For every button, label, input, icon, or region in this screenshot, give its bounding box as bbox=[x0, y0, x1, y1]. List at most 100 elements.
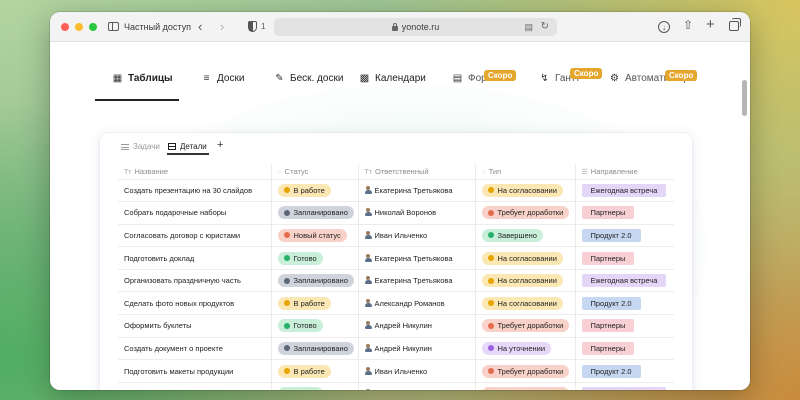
cell-status[interactable]: В работе bbox=[270, 179, 358, 203]
cell-owner[interactable]: Иван Ильченко bbox=[357, 359, 475, 383]
cell-type[interactable]: Завершено bbox=[474, 224, 575, 248]
feature-tab-calendars[interactable]: ▩ Календари bbox=[359, 73, 426, 84]
cell-owner[interactable]: Иван Ильченко bbox=[357, 224, 475, 248]
cell-type[interactable]: Требует доработки bbox=[474, 201, 575, 225]
cell-owner[interactable]: Андрей Никулин bbox=[357, 314, 475, 338]
close-window-button[interactable] bbox=[61, 22, 69, 31]
cell-status[interactable]: Запланировано bbox=[270, 337, 358, 361]
cell-name[interactable]: Собрать подарочные наборы bbox=[118, 201, 271, 225]
status-badge[interactable]: Запланировано bbox=[277, 274, 354, 288]
type-badge[interactable]: На согласовании bbox=[481, 296, 563, 310]
cell-direction[interactable]: Партнеры bbox=[574, 337, 674, 361]
address-bar[interactable]: yonote.ru ▤ ↻ bbox=[274, 18, 557, 36]
type-badge[interactable]: Требует доработки bbox=[481, 319, 570, 333]
cell-owner[interactable]: Екатерина Третьякова bbox=[357, 269, 475, 293]
cell-name[interactable]: Оформить видеоролик с производства bbox=[118, 382, 271, 390]
cell-name[interactable]: Организовать праздничную часть bbox=[118, 269, 271, 293]
status-badge[interactable]: В работе bbox=[277, 296, 331, 310]
table-row[interactable]: Согласовать договор с юристами Новый стат… bbox=[118, 224, 674, 248]
table-row[interactable]: Подготовить доклад Готово Екатерина Третья… bbox=[118, 246, 674, 270]
table-row[interactable]: Организовать праздничную часть Запланиров… bbox=[118, 269, 674, 293]
direction-tag[interactable]: Партнеры bbox=[581, 206, 635, 220]
maximize-window-button[interactable] bbox=[89, 22, 97, 31]
back-arrow-icon[interactable]: ‹ bbox=[198, 19, 202, 34]
status-badge[interactable]: В работе bbox=[277, 364, 331, 378]
type-badge[interactable]: На согласовании bbox=[481, 274, 563, 288]
forward-arrow-icon[interactable]: › bbox=[220, 19, 224, 34]
cell-status[interactable]: Готово bbox=[270, 382, 358, 390]
cell-type[interactable]: Требует доработки bbox=[474, 314, 575, 338]
cell-owner[interactable]: Андрей Никулин bbox=[357, 337, 475, 361]
cell-direction[interactable]: Партнеры bbox=[574, 314, 674, 338]
direction-tag[interactable]: Ежегодная встреча bbox=[581, 387, 667, 390]
view-tab-details[interactable]: Детали bbox=[168, 142, 207, 151]
cell-direction[interactable]: Ежегодная встреча bbox=[574, 382, 674, 390]
column-header-type[interactable]: ◌ Тип bbox=[474, 164, 575, 180]
cell-name[interactable]: Сделать фото новых продуктов bbox=[118, 291, 271, 316]
status-badge[interactable]: Готово bbox=[277, 319, 323, 333]
cell-direction[interactable]: Продукт 2.0 bbox=[574, 224, 674, 248]
table-row[interactable]: Оформить видеоролик с производства Готово… bbox=[118, 382, 674, 390]
cell-name[interactable]: Согласовать договор с юристами bbox=[118, 224, 271, 248]
table-row[interactable]: Оформить буклеты Готово Андрей Никулин Треб… bbox=[118, 314, 674, 338]
cell-owner[interactable]: Александр Романов bbox=[357, 291, 475, 316]
feature-tab-whiteboards[interactable]: ✎ Беск. доски bbox=[274, 73, 343, 84]
reload-icon[interactable]: ↻ bbox=[541, 21, 549, 32]
cell-status[interactable]: Новый статус bbox=[270, 224, 358, 248]
type-badge[interactable]: Требует доработки bbox=[481, 206, 570, 220]
new-tab-icon[interactable]: + bbox=[706, 16, 715, 33]
translate-icon[interactable]: ▤ bbox=[524, 22, 533, 33]
status-badge[interactable]: В работе bbox=[277, 183, 331, 197]
view-tab-tasks[interactable]: Задачи bbox=[121, 142, 160, 151]
type-badge[interactable]: Завершено bbox=[481, 228, 543, 242]
cell-direction[interactable]: Продукт 2.0 bbox=[574, 359, 674, 383]
type-badge[interactable]: На согласовании bbox=[481, 183, 563, 197]
cell-direction[interactable]: Партнеры bbox=[574, 246, 674, 270]
download-icon[interactable]: ↓ bbox=[658, 21, 670, 33]
cell-status[interactable]: Готово bbox=[270, 314, 358, 338]
cell-status[interactable]: В работе bbox=[270, 359, 358, 383]
cell-type[interactable]: Требует доработки bbox=[474, 359, 575, 383]
direction-tag[interactable]: Продукт 2.0 bbox=[581, 228, 641, 242]
direction-tag[interactable]: Партнеры bbox=[581, 319, 635, 333]
table-row[interactable]: Собрать подарочные наборы Запланировано Ни… bbox=[118, 201, 674, 225]
cell-type[interactable]: На согласовании bbox=[474, 246, 575, 270]
type-badge[interactable]: Требует доработки bbox=[481, 387, 570, 390]
cell-direction[interactable]: Ежегодная встреча bbox=[574, 179, 674, 203]
cell-type[interactable]: На согласовании bbox=[474, 291, 575, 316]
cell-owner[interactable]: Николай Воронов bbox=[357, 201, 475, 225]
table-row[interactable]: Создать документ о проекте Запланировано А… bbox=[118, 337, 674, 361]
status-badge[interactable]: Новый статус bbox=[277, 228, 347, 242]
cell-name[interactable]: Создать документ о проекте bbox=[118, 337, 271, 361]
direction-tag[interactable]: Продукт 2.0 bbox=[581, 364, 641, 378]
column-header-status[interactable]: ◌ Статус bbox=[270, 164, 358, 180]
cell-direction[interactable]: Ежегодная встреча bbox=[574, 269, 674, 293]
cell-type[interactable]: На согласовании bbox=[474, 269, 575, 293]
status-badge[interactable]: Готово bbox=[277, 387, 323, 390]
cell-owner[interactable]: Екатерина Третьякова bbox=[357, 179, 475, 203]
direction-tag[interactable]: Продукт 2.0 bbox=[581, 296, 641, 310]
direction-tag[interactable]: Партнеры bbox=[581, 341, 635, 355]
cell-owner[interactable]: Екатерина Третьякова bbox=[357, 246, 475, 270]
cell-status[interactable]: В работе bbox=[270, 291, 358, 316]
feature-tab-boards[interactable]: ≡ Доски bbox=[201, 73, 245, 84]
cell-status[interactable]: Запланировано bbox=[270, 269, 358, 293]
type-badge[interactable]: На уточнении bbox=[481, 341, 552, 355]
cell-direction[interactable]: Продукт 2.0 bbox=[574, 291, 674, 316]
type-badge[interactable]: Требует доработки bbox=[481, 364, 570, 378]
column-header-name[interactable]: Tт Название bbox=[118, 164, 271, 180]
tab-overview-icon[interactable] bbox=[729, 18, 741, 31]
cell-status[interactable]: Готово bbox=[270, 246, 358, 270]
status-badge[interactable]: Запланировано bbox=[277, 341, 354, 355]
share-icon[interactable]: ⇧ bbox=[683, 18, 693, 32]
feature-tab-tables[interactable]: ▦ Таблицы bbox=[112, 73, 173, 84]
cell-owner[interactable]: Иван Ильченко bbox=[357, 382, 475, 390]
privacy-shield-icon[interactable] bbox=[248, 21, 257, 32]
cell-name[interactable]: Подготовить доклад bbox=[118, 246, 271, 270]
table-row[interactable]: Подготовить макеты продукции В работе Иван… bbox=[118, 359, 674, 383]
cell-name[interactable]: Создать презентацию на 30 слайдов bbox=[118, 179, 271, 203]
type-badge[interactable]: На согласовании bbox=[481, 251, 563, 265]
minimize-window-button[interactable] bbox=[75, 22, 83, 31]
add-view-button[interactable]: + bbox=[217, 139, 223, 151]
cell-type[interactable]: На уточнении bbox=[474, 337, 575, 361]
